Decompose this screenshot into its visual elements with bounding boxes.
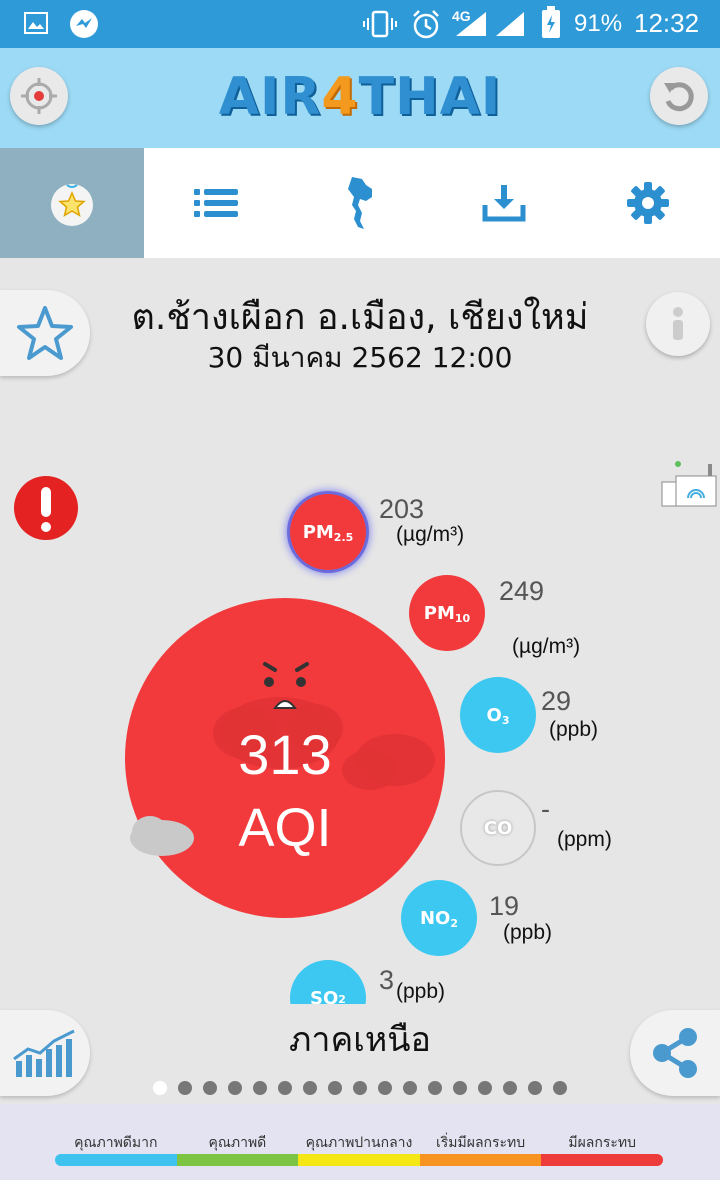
messenger-icon [70, 10, 98, 38]
vibrate-icon [363, 10, 397, 38]
logo-text-air: AIR [218, 67, 322, 127]
so2-bubble[interactable]: SO 2 [290, 960, 366, 1004]
thailand-map-icon [348, 177, 372, 229]
legend-bar [419, 1154, 542, 1166]
gear-icon [627, 182, 669, 224]
app-logo: AIR 4 THAI [215, 62, 505, 132]
tab-bar [0, 148, 720, 258]
legend-label: คุณภาพปานกลาง [305, 1135, 413, 1151]
crosshair-icon [21, 78, 57, 114]
tab-settings[interactable] [576, 148, 720, 258]
o3-value: 29 [541, 686, 572, 716]
page-dot[interactable] [328, 1081, 342, 1095]
no2-unit: (ppb) [503, 921, 553, 944]
page-dot[interactable] [378, 1081, 392, 1095]
so2-unit: (ppb) [396, 980, 446, 1003]
share-button[interactable] [630, 1010, 720, 1096]
o3-unit: (ppb) [549, 718, 599, 741]
logo-text-thai: THAI [358, 67, 502, 127]
so2-symbol: SO [310, 988, 339, 1004]
alarm-icon [413, 10, 439, 39]
tab-list[interactable] [144, 148, 288, 258]
signal-icon [456, 12, 486, 36]
alert-icon[interactable] [12, 474, 80, 542]
co-bubble[interactable]: CO [460, 790, 536, 866]
legend-bar [541, 1154, 663, 1166]
pm25-value: 203 [379, 494, 425, 524]
o3-symbol: O [486, 704, 502, 726]
legend-label: คุณภาพดีมาก [74, 1135, 158, 1151]
pm10-unit: (µg/m³) [512, 635, 581, 658]
page-dot[interactable] [553, 1081, 567, 1095]
page-dot[interactable] [253, 1081, 267, 1095]
o3-subscript: 3 [501, 713, 510, 727]
page-dot[interactable] [478, 1081, 492, 1095]
locate-button[interactable] [10, 67, 68, 125]
refresh-button[interactable] [650, 67, 708, 125]
info-button[interactable] [646, 292, 710, 356]
co-symbol: CO [483, 817, 513, 839]
station-datetime: 30 มีนาคม 2562 12:00 [207, 341, 513, 374]
logo-text-4: 4 [321, 67, 359, 127]
page-dot[interactable] [278, 1081, 292, 1095]
page-dot[interactable] [503, 1081, 517, 1095]
legend-label: เริ่มมีผลกระทบ [436, 1135, 526, 1151]
aqi-value: 313 [238, 723, 332, 786]
so2-value: 3 [379, 965, 395, 995]
refresh-icon [664, 82, 694, 112]
signal-2-icon [496, 12, 524, 36]
bar-chart-icon [13, 1029, 75, 1077]
so2-subscript: 2 [338, 993, 346, 1004]
status-bar: 4G 91% 12:32 [0, 0, 720, 48]
no2-subscript: 2 [450, 916, 459, 930]
legend-bar [176, 1154, 299, 1166]
aqi-label: AQI [238, 798, 332, 858]
favorites-badge-icon [51, 184, 93, 226]
pm10-subscript: 10 [454, 611, 471, 625]
pm10-bubble[interactable]: PM 10 [409, 575, 485, 651]
page-dot[interactable] [528, 1081, 542, 1095]
page-dot[interactable] [353, 1081, 367, 1095]
tab-favorites[interactable] [0, 148, 144, 258]
so2-clip: SO 2 [285, 955, 375, 1004]
share-icon [653, 1028, 697, 1078]
tab-map[interactable] [288, 148, 432, 258]
region-label: ภาคเหนือ [289, 1020, 431, 1060]
o3-bubble[interactable]: O3 [460, 677, 536, 753]
co-unit: (ppm) [557, 828, 612, 851]
page-dot[interactable] [153, 1081, 167, 1095]
page-dot[interactable] [303, 1081, 317, 1095]
pm25-unit: (µg/m³) [396, 523, 465, 546]
no2-bubble[interactable]: NO 2 [401, 880, 477, 956]
pm25-symbol: PM [302, 521, 334, 543]
pm10-symbol: PM [423, 602, 455, 624]
no2-symbol: NO [419, 907, 451, 929]
page-dot[interactable] [403, 1081, 417, 1095]
no2-value: 19 [489, 891, 520, 921]
page-dot[interactable] [228, 1081, 242, 1095]
clock: 12:32 [634, 8, 700, 38]
page-dot[interactable] [178, 1081, 192, 1095]
co-value: - [541, 794, 550, 824]
page-dot[interactable] [203, 1081, 217, 1095]
tab-download[interactable] [432, 148, 576, 258]
legend-bar [55, 1154, 177, 1166]
page-dot[interactable] [428, 1081, 442, 1095]
pm10-value: 249 [499, 576, 545, 606]
page-dot[interactable] [453, 1081, 467, 1095]
info-icon [673, 307, 683, 340]
pm25-bubble[interactable]: PM 2.5 [290, 494, 366, 570]
legend-bar [298, 1154, 420, 1166]
station-icon[interactable] [660, 458, 720, 508]
battery-icon [542, 6, 560, 38]
gallery-icon [24, 12, 48, 34]
legend-label: คุณภาพดี [208, 1135, 267, 1151]
legend-label: มีผลกระทบ [568, 1135, 637, 1151]
download-icon [482, 185, 526, 222]
battery-percent: 91% [574, 10, 623, 37]
pm25-subscript: 2.5 [333, 530, 354, 544]
chart-button[interactable] [0, 1010, 90, 1096]
list-icon [194, 189, 238, 217]
